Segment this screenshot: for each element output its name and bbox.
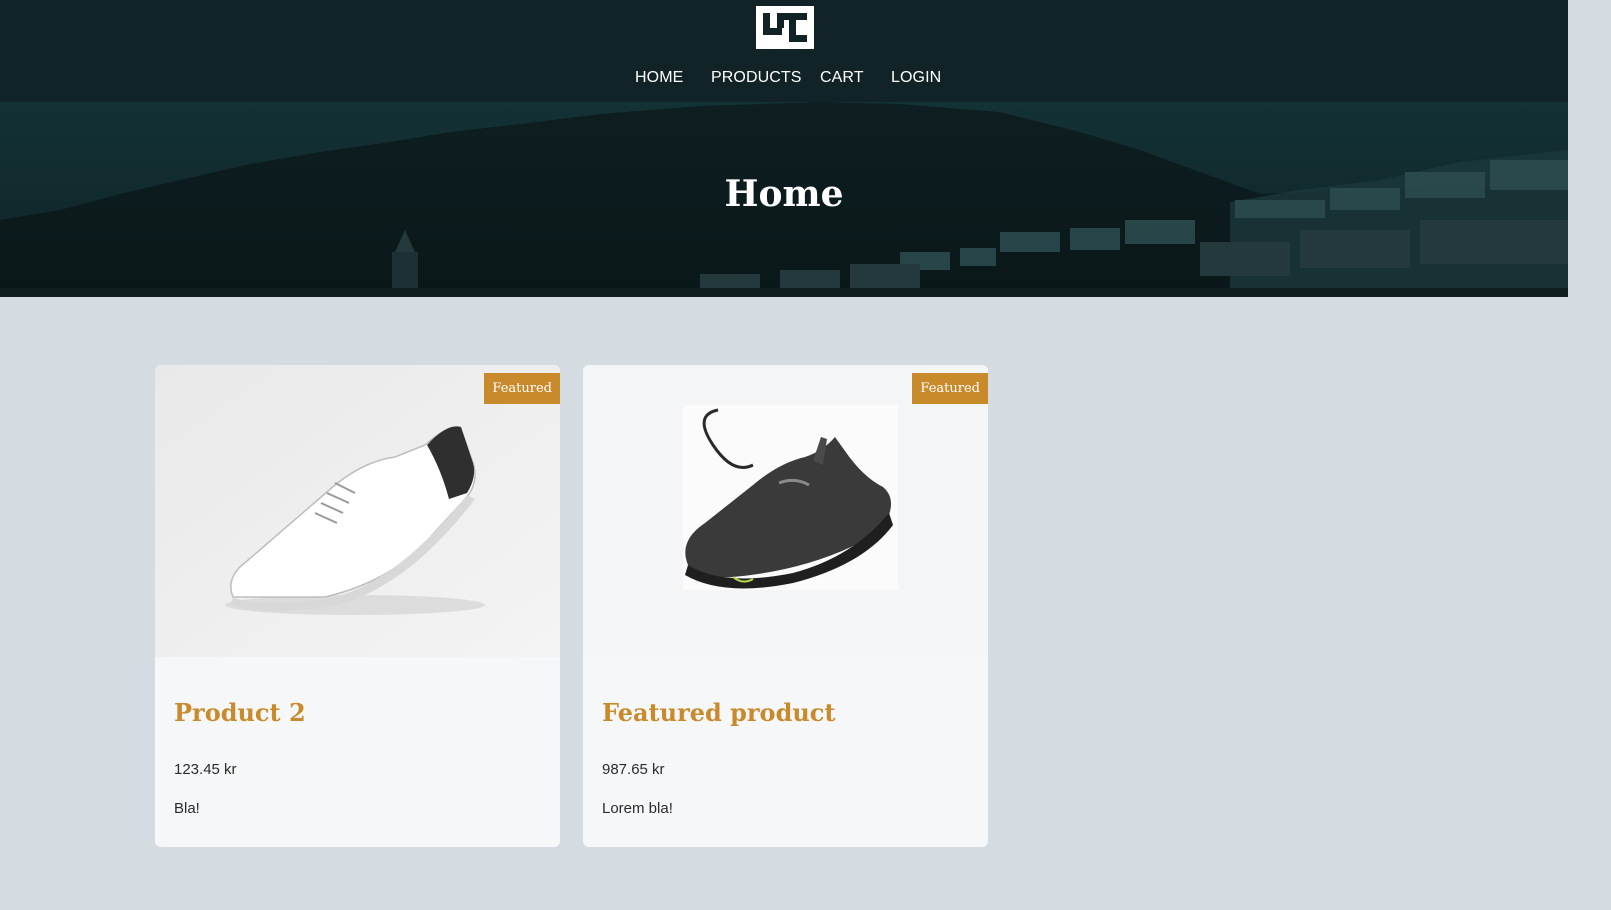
hero-banner: Home: [0, 102, 1568, 297]
nav-item-products[interactable]: PRODUCTS: [711, 68, 802, 88]
product-title[interactable]: Featured product: [602, 695, 836, 731]
product-price: 987.65 kr: [602, 761, 665, 778]
product-card[interactable]: Featured Featured product 987.65 kr Lore…: [583, 365, 988, 847]
main-nav: HOME PRODUCTS CART LOGIN: [0, 68, 1568, 90]
product-card[interactable]: Featured Product 2 123.45 kr Bla!: [155, 365, 560, 847]
page-gutter: [1568, 0, 1611, 910]
featured-badge: Featured: [484, 373, 560, 404]
white-sneaker-image[interactable]: [155, 365, 560, 657]
nav-item-login[interactable]: LOGIN: [891, 68, 941, 88]
black-running-shoe-image[interactable]: [583, 365, 988, 657]
product-price: 123.45 kr: [174, 761, 237, 778]
featured-badge: Featured: [912, 373, 988, 404]
site-logo[interactable]: [756, 6, 814, 49]
product-description: Lorem bla!: [602, 800, 673, 817]
product-title[interactable]: Product 2: [174, 695, 306, 731]
nav-item-home[interactable]: HOME: [635, 68, 683, 88]
nav-item-cart[interactable]: CART: [820, 68, 864, 88]
page-title: Home: [724, 173, 844, 215]
product-description: Bla!: [174, 800, 200, 817]
site-header: HOME PRODUCTS CART LOGIN: [0, 0, 1568, 102]
